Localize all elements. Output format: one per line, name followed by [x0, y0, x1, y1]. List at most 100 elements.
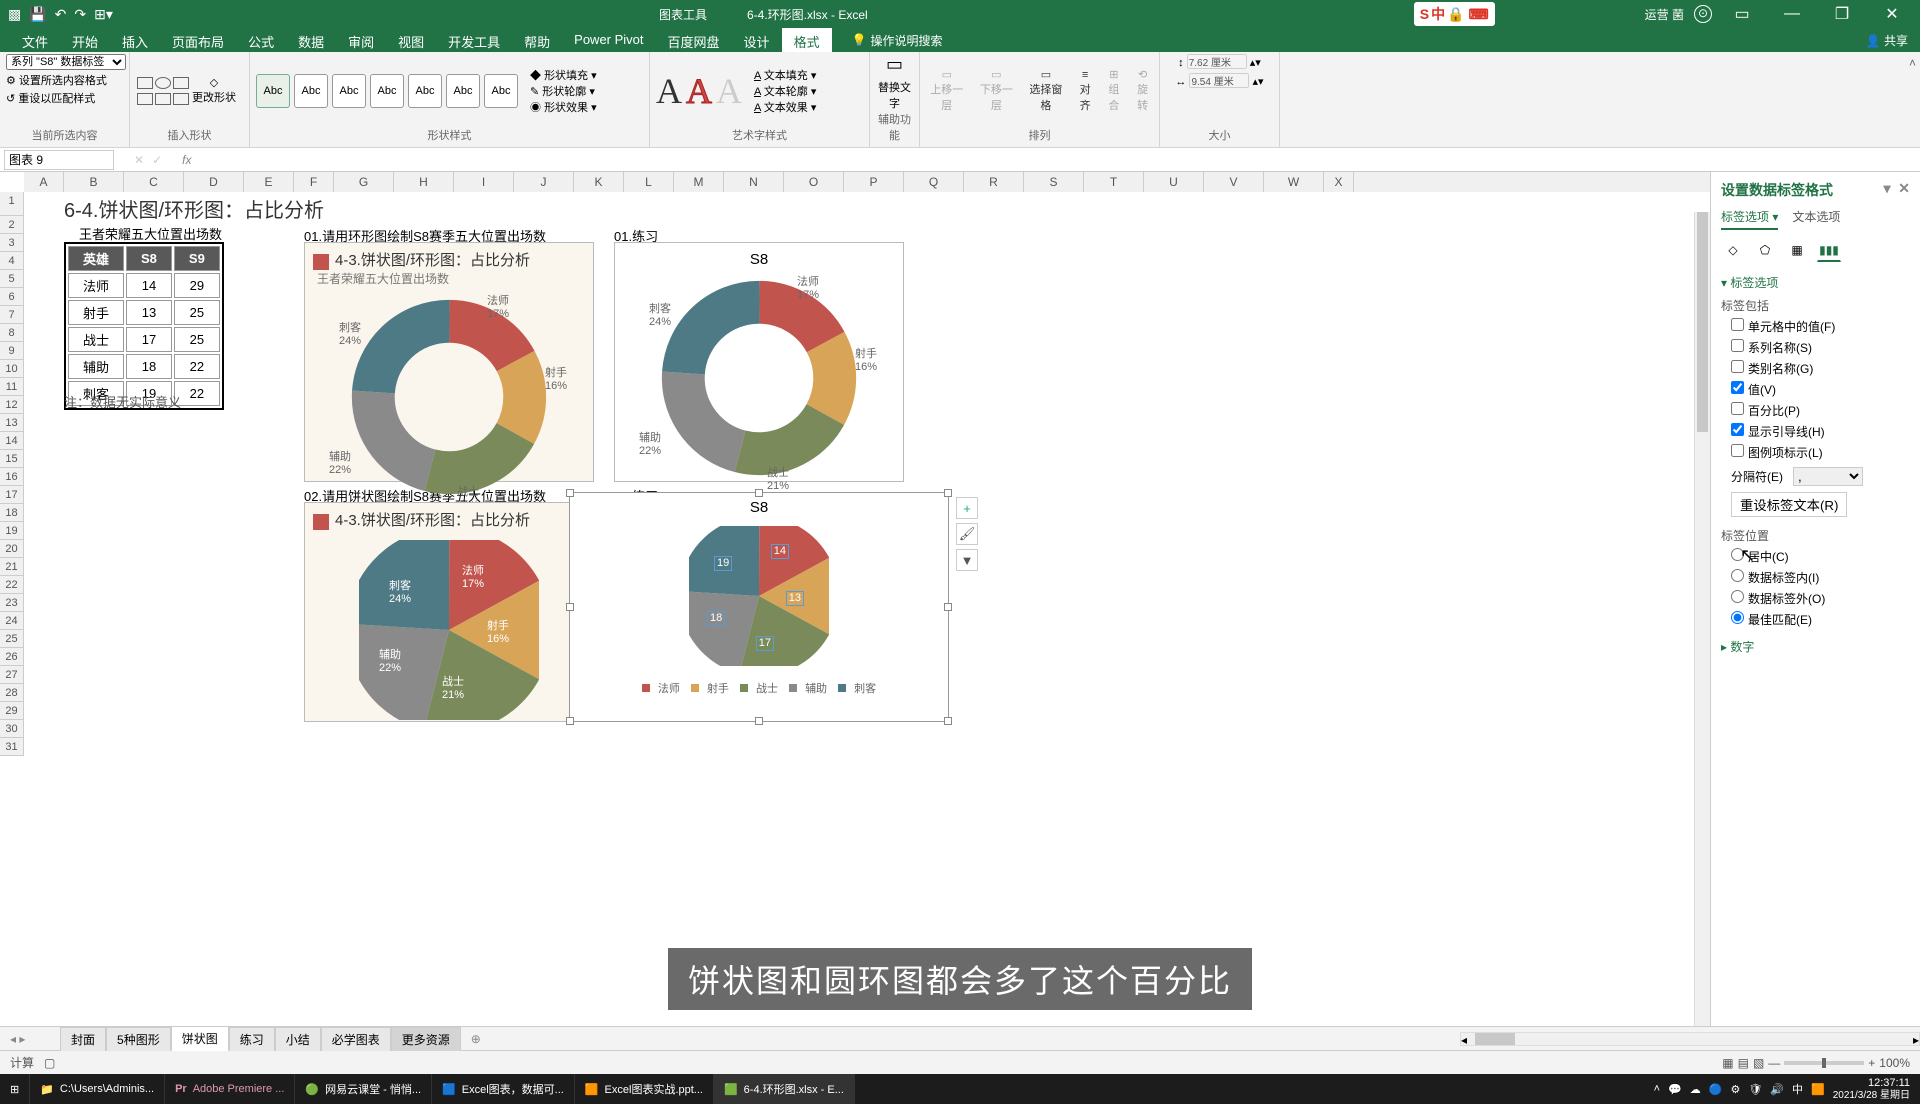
width-input[interactable]: ↔ ▴▾ — [1175, 73, 1263, 88]
sheet-tab-active[interactable]: 饼状图 — [171, 1026, 229, 1051]
column-headers[interactable]: A B C D E F G H I J K L M N O P Q R S T … — [24, 172, 1710, 192]
row-headers[interactable]: 1234567891011121314151617181920212223242… — [0, 192, 24, 756]
opt-series-name[interactable]: 系列名称(S) — [1721, 339, 1910, 356]
save-icon[interactable]: 💾 — [29, 6, 46, 23]
tray-icon[interactable]: ☁ — [1690, 1083, 1701, 1096]
sheet-tab[interactable]: 练习 — [229, 1027, 275, 1051]
worksheet-grid[interactable]: 6-4.饼状图/环形图：占比分析 王者荣耀五大位置出场数 英雄S8S9 法师14… — [24, 192, 1710, 1026]
wordart-preset[interactable]: A — [716, 70, 742, 112]
opt-legend-key[interactable]: 图例项标示(L) — [1721, 444, 1910, 461]
sheet-tab[interactable]: 小结 — [275, 1027, 321, 1051]
tab-powerpivot[interactable]: Power Pivot — [562, 28, 655, 52]
taskbar-ppt[interactable]: 🟧 Excel图表实战.ppt... — [575, 1074, 714, 1104]
section-number[interactable]: ▸ 数字 — [1721, 638, 1910, 655]
pos-center[interactable]: 居中(C) — [1721, 548, 1910, 565]
undo-icon[interactable]: ↶ — [55, 6, 67, 23]
sheet-tab[interactable]: 更多资源 — [391, 1027, 461, 1051]
tab-help[interactable]: 帮助 — [512, 28, 562, 52]
tray-icon[interactable]: ⚙ — [1730, 1083, 1740, 1096]
shapes-gallery[interactable] — [136, 76, 188, 106]
sheet-nav-icons[interactable]: ◂ ▸ — [10, 1032, 25, 1046]
change-shape-button[interactable]: ◇更改形状 — [192, 76, 236, 105]
zoom-in-icon[interactable]: + — [1868, 1056, 1875, 1070]
cancel-icon[interactable]: ✕ — [134, 153, 144, 167]
selection-pane-button[interactable]: ▭选择窗格 — [1025, 68, 1067, 113]
shape-fill-button[interactable]: ◆ 形状填充 ▾ — [530, 67, 597, 83]
taskbar-explorer[interactable]: 📁 C:\Users\Adminis... — [30, 1074, 165, 1104]
text-effects-button[interactable]: A 文本效果 ▾ — [754, 99, 816, 115]
ribbon-options-icon[interactable]: ▭ — [1722, 4, 1762, 24]
effects-icon[interactable]: ⬠ — [1753, 238, 1777, 262]
align-button[interactable]: ≡对齐 — [1075, 69, 1096, 113]
pane-dropdown-icon[interactable]: ▾ — [1883, 180, 1890, 196]
collapse-ribbon-icon[interactable]: ˄ — [1905, 52, 1920, 147]
opt-percentage[interactable]: 百分比(P) — [1721, 402, 1910, 419]
tab-layout[interactable]: 页面布局 — [160, 28, 236, 52]
selection-dropdown[interactable]: 系列 "S8" 数据标签 — [6, 54, 126, 70]
chart-donut-2[interactable]: S8 法师17% 射手16% 战士21% 辅助22% 刺客24% — [614, 242, 904, 482]
tab-insert[interactable]: 插入 — [110, 28, 160, 52]
macro-record-icon[interactable]: ▢ — [44, 1056, 55, 1070]
format-selection-button[interactable]: ⚙ 设置所选内容格式 — [6, 72, 107, 88]
size-icon[interactable]: ▦ — [1785, 238, 1809, 262]
tray-icon[interactable]: 🟧 — [1811, 1083, 1825, 1096]
sheet-tab[interactable]: 必学图表 — [321, 1027, 391, 1051]
tab-review[interactable]: 审阅 — [336, 28, 386, 52]
tray-time[interactable]: 12:37:11 — [1833, 1077, 1910, 1089]
vertical-scrollbar[interactable] — [1694, 212, 1710, 1026]
opt-cell-value[interactable]: 单元格中的值(F) — [1721, 318, 1910, 335]
pos-bestfit[interactable]: 最佳匹配(E) — [1721, 611, 1910, 628]
tab-dev[interactable]: 开发工具 — [436, 28, 512, 52]
tray-icon[interactable]: 🛡 — [1748, 1083, 1762, 1096]
fill-line-icon[interactable]: ◇ — [1721, 238, 1745, 262]
tray-icon[interactable]: ˄ — [1654, 1083, 1660, 1095]
chart-pie-2-selected[interactable]: + 🖌 ▼ S8 14 13 17 18 19 法师 射手 战士 辅 — [569, 492, 949, 722]
pos-inside[interactable]: 数据标签内(I) — [1721, 569, 1910, 586]
tab-file[interactable]: 文件 — [10, 28, 60, 52]
tray-date[interactable]: 2021/3/28 星期日 — [1833, 1090, 1910, 1101]
opt-value[interactable]: 值(V) — [1721, 381, 1910, 398]
name-box[interactable] — [4, 150, 114, 170]
taskbar-premiere[interactable]: Pr Adobe Premiere ... — [165, 1074, 295, 1104]
wordart-preset[interactable]: A — [686, 70, 712, 112]
tray-icon[interactable]: 💬 — [1668, 1083, 1682, 1096]
chart-plus-icon[interactable]: + — [956, 497, 978, 519]
chart-pie-1[interactable]: 4-3.饼状图/环形图：占比分析 法师17% 射手16% 战士21% 辅助22%… — [304, 502, 594, 722]
height-input[interactable]: ↕ ▴▾ — [1178, 54, 1261, 69]
account-avatar-icon[interactable]: ⊙ — [1694, 5, 1712, 23]
text-fill-button[interactable]: A 文本填充 ▾ — [754, 67, 816, 83]
shape-style-preset[interactable]: Abc — [294, 74, 328, 108]
start-button[interactable]: ⊞ — [0, 1074, 30, 1104]
pane-close-icon[interactable]: ✕ — [1898, 180, 1910, 196]
tab-formulas[interactable]: 公式 — [236, 28, 286, 52]
share-button[interactable]: 👤 共享 — [1854, 28, 1920, 52]
tab-data[interactable]: 数据 — [286, 28, 336, 52]
chart-filter-icon[interactable]: ▼ — [956, 549, 978, 571]
zoom-out-icon[interactable]: — — [1768, 1056, 1780, 1070]
pos-outside[interactable]: 数据标签外(O) — [1721, 590, 1910, 607]
tray-ime[interactable]: 中 — [1792, 1081, 1803, 1097]
tab-baidu[interactable]: 百度网盘 — [656, 28, 732, 52]
tray-icon[interactable]: 🔵 — [1709, 1083, 1723, 1096]
tell-me[interactable]: 💡操作说明搜索 — [852, 28, 943, 52]
tray-icon[interactable]: 🔊 — [1770, 1083, 1784, 1096]
sheet-tab[interactable]: 5种图形 — [106, 1027, 171, 1051]
formula-input[interactable] — [211, 150, 1920, 170]
enter-icon[interactable]: ✓ — [152, 153, 162, 167]
taskbar-word[interactable]: 🟦 Excel图表，数据可... — [432, 1074, 575, 1104]
shape-style-preset[interactable]: Abc — [408, 74, 442, 108]
shape-style-preset[interactable]: Abc — [256, 74, 290, 108]
reset-style-button[interactable]: ↺ 重设以匹配样式 — [6, 90, 95, 106]
fx-icon[interactable]: fx — [182, 153, 191, 167]
view-layout-icon[interactable]: ▤ — [1738, 1056, 1749, 1070]
chart-donut-1[interactable]: 4-3.饼状图/环形图：占比分析 王者荣耀五大位置出场数 法师17% 射手16%… — [304, 242, 594, 482]
maximize-icon[interactable]: ❐ — [1822, 4, 1862, 24]
data-table[interactable]: 英雄S8S9 法师1429 射手1325 战士1725 辅助1822 刺客192… — [64, 242, 224, 410]
sheet-tab[interactable]: 封面 — [60, 1027, 106, 1051]
pane-tab-label-options[interactable]: 标签选项 ▾ — [1721, 208, 1778, 230]
close-icon[interactable]: ✕ — [1872, 4, 1912, 24]
shape-style-preset[interactable]: Abc — [370, 74, 404, 108]
alt-text-button[interactable]: ▭替换文字 — [876, 54, 913, 111]
pane-tab-text-options[interactable]: 文本选项 — [1792, 208, 1840, 230]
zoom-slider[interactable] — [1784, 1061, 1864, 1065]
